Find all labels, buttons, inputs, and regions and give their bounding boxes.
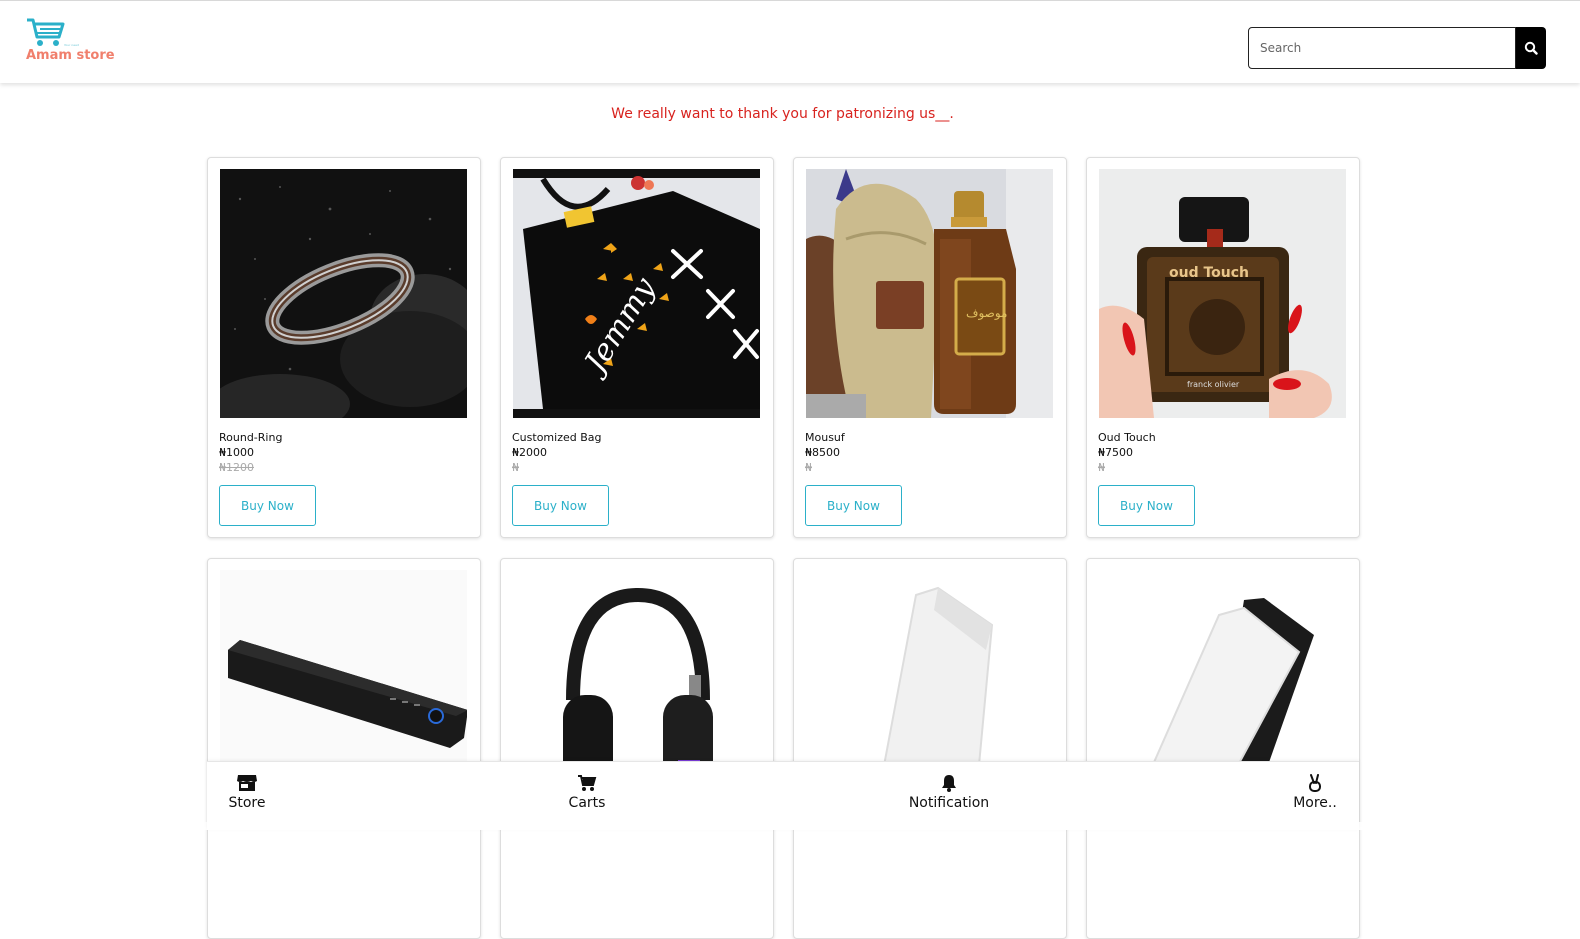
product-old-price: ₦ <box>805 461 812 474</box>
peace-hand-icon <box>1309 774 1321 792</box>
product-image[interactable] <box>220 169 467 418</box>
product-name: Round-Ring <box>219 431 283 444</box>
oud-touch-perfume-photo: oud Touch franck olivier <box>1099 169 1346 418</box>
search-button[interactable] <box>1516 27 1546 69</box>
nav-label: Store <box>228 795 266 811</box>
product-old-price: ₦1200 <box>219 461 254 474</box>
buy-now-button[interactable]: Buy Now <box>805 485 902 526</box>
product-card[interactable]: Jemmy Customized Bag ₦2000 ₦ Buy Now <box>500 157 774 538</box>
search-icon <box>1524 41 1538 55</box>
product-price: ₦7500 <box>1098 446 1133 459</box>
top-bar: Your need Amam store <box>0 0 1580 83</box>
nav-item-carts[interactable]: Carts <box>527 774 647 811</box>
product-price: ₦1000 <box>219 446 254 459</box>
product-card[interactable] <box>1086 558 1360 939</box>
cart-logo-icon <box>27 18 65 46</box>
search-bar <box>1248 27 1546 69</box>
product-image[interactable]: ﻣﻮﺻﻮﻑ <box>806 169 1053 418</box>
buy-now-button[interactable]: Buy Now <box>1098 485 1195 526</box>
product-name: Mousuf <box>805 431 845 444</box>
buy-now-button[interactable]: Buy Now <box>512 485 609 526</box>
store-logo[interactable]: Your need Amam store <box>24 17 134 67</box>
product-card[interactable]: oud Touch franck olivier Oud Touch ₦7500… <box>1086 157 1360 538</box>
product-card[interactable] <box>500 558 774 939</box>
nav-label: Carts <box>568 795 606 811</box>
ring-photo <box>220 169 467 418</box>
tote-bag-photo: Jemmy <box>513 169 760 418</box>
product-image[interactable]: oud Touch franck olivier <box>1099 169 1346 418</box>
search-input[interactable] <box>1248 27 1516 69</box>
product-name: Customized Bag <box>512 431 602 444</box>
perfume-bottle-photo: ﻣﻮﺻﻮﻑ <box>806 169 1053 418</box>
product-price: ₦2000 <box>512 446 547 459</box>
brand-name: Amam store <box>26 48 115 63</box>
product-old-price: ₦ <box>512 461 519 474</box>
nav-item-store[interactable]: Store <box>187 774 307 811</box>
product-old-price: ₦ <box>1098 461 1105 474</box>
bottom-navigation: Store Carts Notification More.. <box>207 761 1359 830</box>
store-icon <box>237 775 257 791</box>
product-name: Oud Touch <box>1098 431 1156 444</box>
buy-now-button[interactable]: Buy Now <box>219 485 316 526</box>
bell-icon <box>942 775 956 792</box>
product-card[interactable]: ﻣﻮﺻﻮﻑ Mousuf ₦8500 ₦ Buy Now <box>793 157 1067 538</box>
nav-label: Notification <box>908 795 990 811</box>
svg-text:franck olivier: franck olivier <box>1187 380 1240 389</box>
nav-item-more[interactable]: More.. <box>1255 774 1375 811</box>
product-card[interactable] <box>793 558 1067 939</box>
product-card[interactable]: Round-Ring ₦1000 ₦1200 Buy Now <box>207 157 481 538</box>
nav-label: More.. <box>1293 795 1337 811</box>
nav-item-notification[interactable]: Notification <box>889 774 1009 811</box>
thank-you-notice: We really want to thank you for patroniz… <box>611 106 954 122</box>
cart-icon <box>578 775 597 791</box>
product-card[interactable] <box>207 558 481 939</box>
svg-text:oud Touch: oud Touch <box>1169 265 1249 281</box>
brand-tagline: Your need <box>64 43 79 47</box>
product-image[interactable]: Jemmy <box>513 169 760 418</box>
product-price: ₦8500 <box>805 446 840 459</box>
svg-text:ﻣﻮﺻﻮﻑ: ﻣﻮﺻﻮﻑ <box>966 306 1007 320</box>
